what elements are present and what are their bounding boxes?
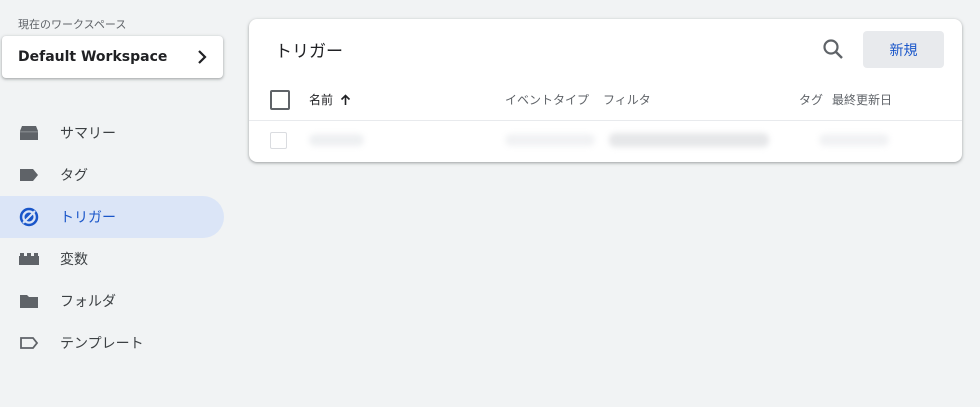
row-checkbox[interactable] <box>270 132 287 149</box>
column-header-name[interactable]: 名前 <box>309 91 351 108</box>
template-icon <box>18 332 40 354</box>
column-header-last-updated[interactable]: 最終更新日 <box>832 91 892 108</box>
sidebar-item-templates[interactable]: テンプレート <box>0 322 224 364</box>
select-all-checkbox[interactable] <box>270 90 290 110</box>
sidebar-item-folders[interactable]: フォルダ <box>0 280 224 322</box>
sidebar-item-label: フォルダ <box>60 294 116 310</box>
sort-arrow-up-icon <box>340 93 351 106</box>
workspace-selector[interactable]: Default Workspace <box>2 36 223 78</box>
search-icon[interactable] <box>821 37 845 61</box>
sidebar: 現在のワークスペース Default Workspace サマリー タグ トリガ… <box>0 0 232 407</box>
folder-icon <box>18 290 40 312</box>
sidebar-item-label: トリガー <box>60 210 116 226</box>
sidebar-item-variables[interactable]: 変数 <box>0 238 224 280</box>
sidebar-item-label: サマリー <box>60 126 116 142</box>
column-header-event-type[interactable]: イベントタイプ <box>505 91 589 108</box>
sidebar-item-label: テンプレート <box>60 336 144 352</box>
chevron-right-icon <box>197 49 209 65</box>
trigger-icon <box>18 206 40 228</box>
blurred-event-type-cell <box>505 134 595 146</box>
page-title: トリガー <box>275 42 343 62</box>
blurred-name-cell <box>309 134 364 146</box>
header-divider <box>249 120 962 121</box>
blurred-filter-cell <box>609 133 769 147</box>
tag-icon <box>18 164 40 186</box>
workspace-caption: 現在のワークスペース <box>18 18 127 31</box>
sidebar-item-summary[interactable]: サマリー <box>0 112 224 154</box>
blurred-date-cell <box>819 134 889 146</box>
variable-icon <box>18 248 40 270</box>
sidebar-item-trigger[interactable]: トリガー <box>0 196 224 238</box>
column-header-filter[interactable]: フィルタ <box>603 91 651 108</box>
sidebar-item-label: 変数 <box>60 252 88 268</box>
column-header-label: 名前 <box>309 93 334 107</box>
column-header-tag[interactable]: タグ <box>799 91 823 108</box>
sidebar-item-tag[interactable]: タグ <box>0 154 224 196</box>
sidebar-nav: サマリー タグ トリガー 変数 フォルダ テンプレート <box>0 112 224 364</box>
summary-icon <box>18 122 40 144</box>
workspace-name: Default Workspace <box>18 49 168 65</box>
triggers-card: トリガー 新規 名前 イベントタイプ フィルタ タグ 最終更新日 <box>249 19 962 162</box>
sidebar-item-label: タグ <box>60 168 88 184</box>
new-button[interactable]: 新規 <box>863 31 944 68</box>
